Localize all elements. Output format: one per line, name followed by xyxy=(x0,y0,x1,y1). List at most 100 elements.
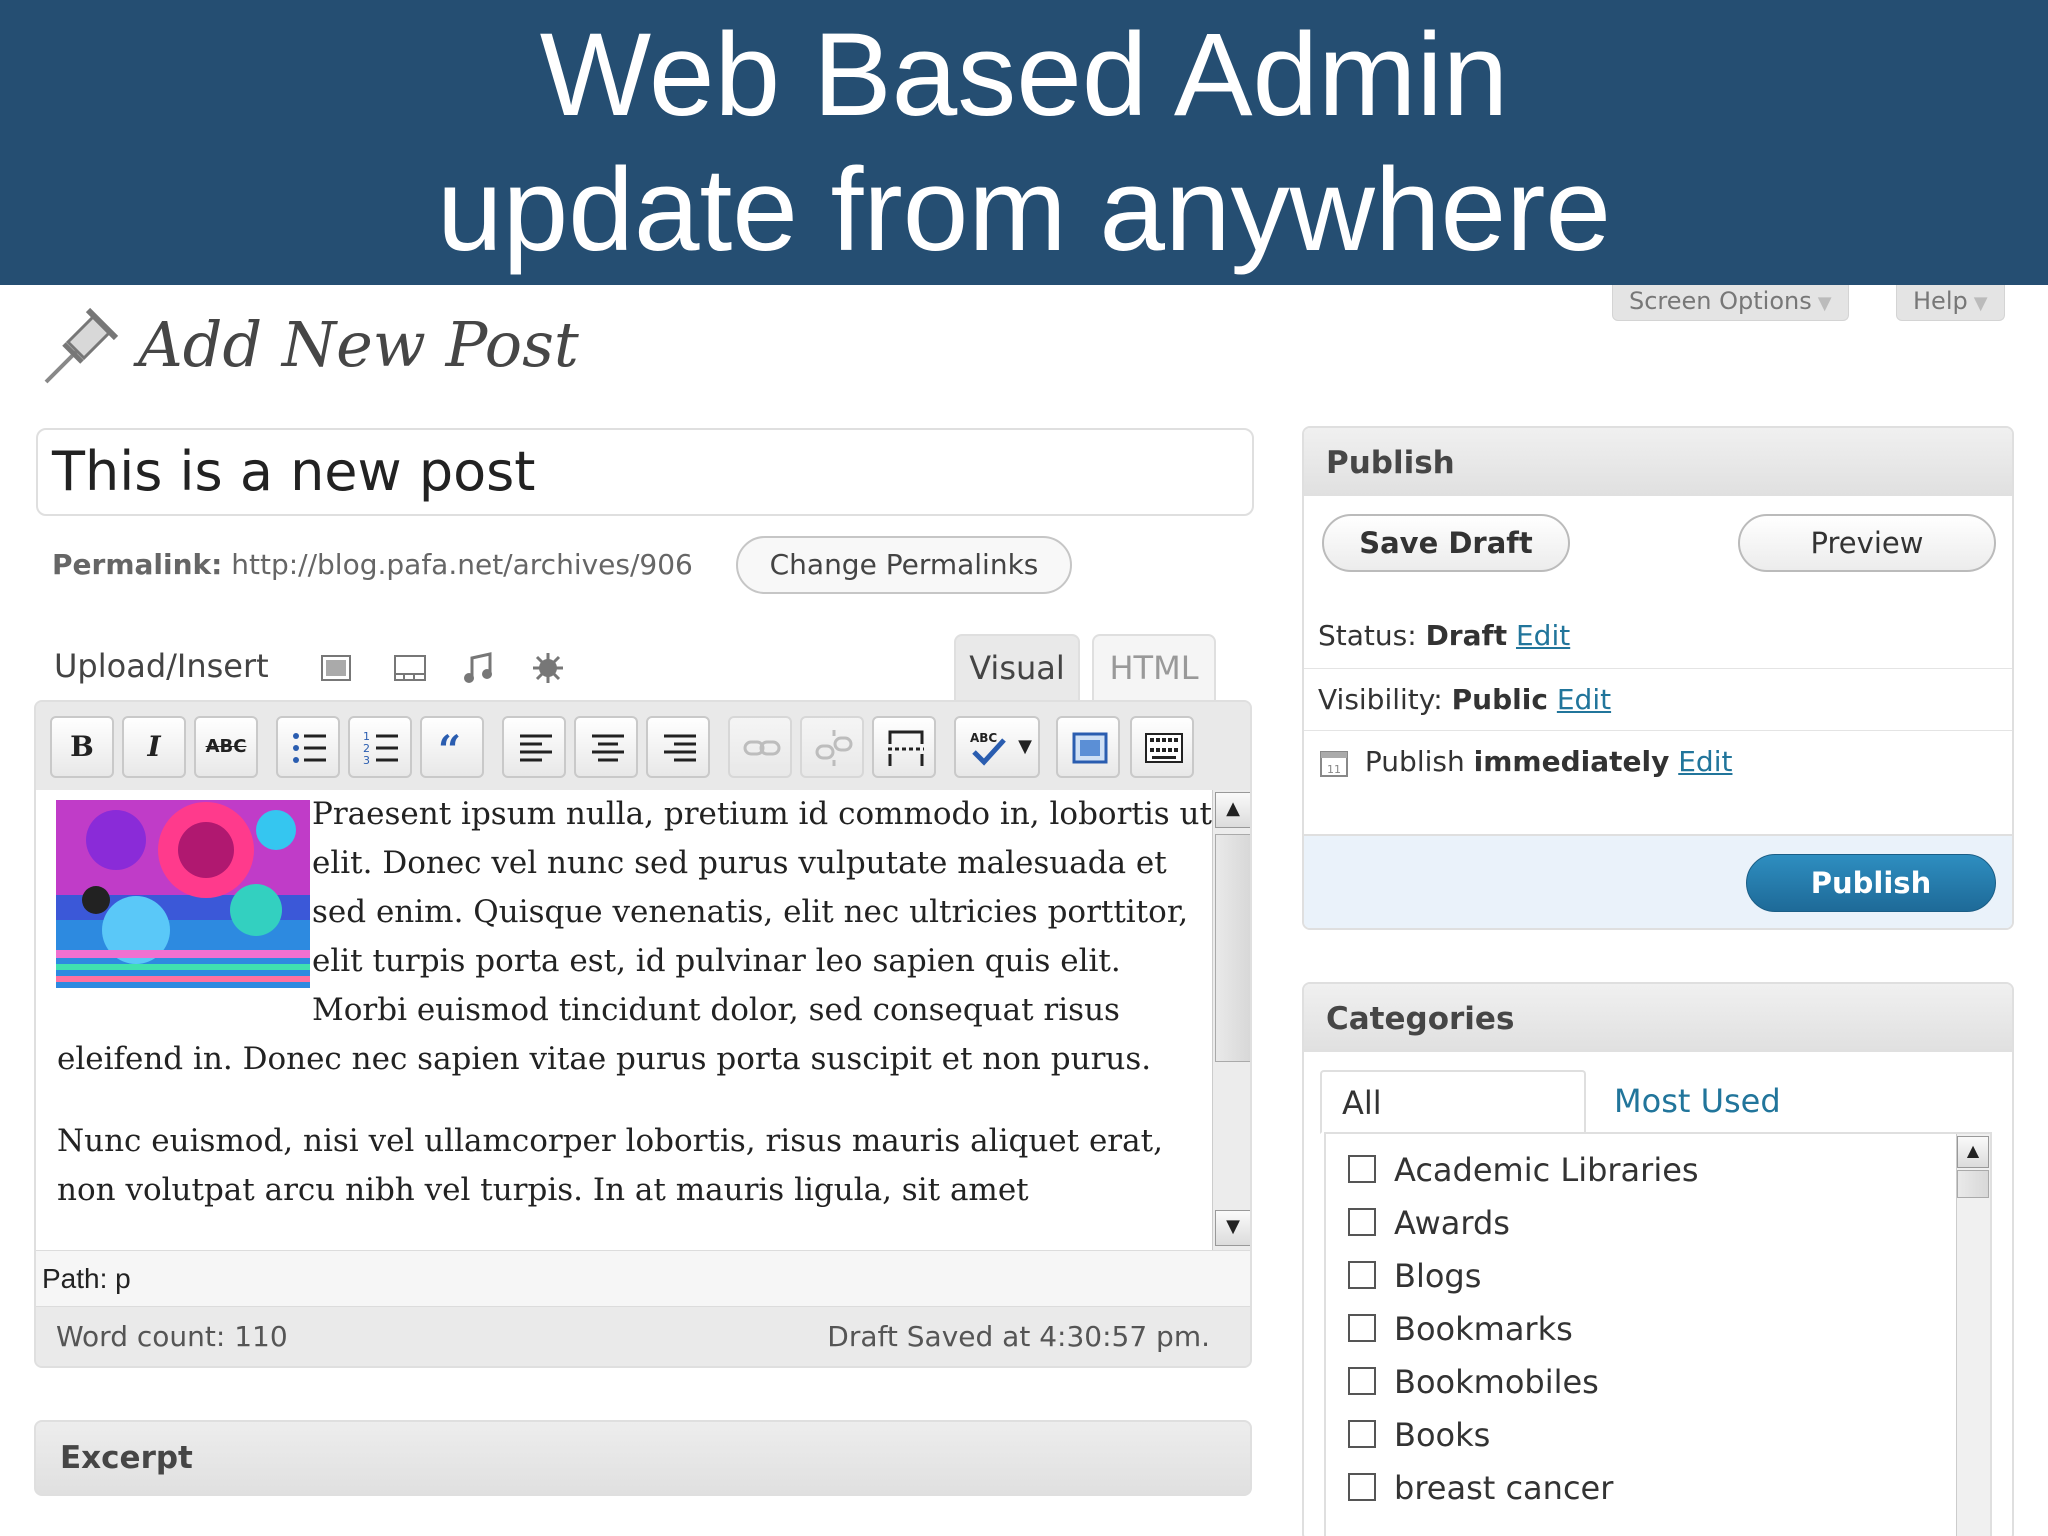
page-title: Add New Post xyxy=(138,308,579,381)
numbered-list-button[interactable]: 123 xyxy=(348,716,412,778)
insert-link-button[interactable] xyxy=(728,716,792,778)
calendar-icon: 11 xyxy=(1320,751,1348,777)
publish-button[interactable]: Publish xyxy=(1746,854,1996,912)
editor-path: Path: p xyxy=(36,1250,1250,1306)
tab-visual[interactable]: Visual xyxy=(954,634,1080,700)
category-item[interactable]: Awards xyxy=(1348,1199,1510,1247)
edit-publish-time-link[interactable]: Edit xyxy=(1678,745,1732,778)
blockquote-button[interactable]: “ xyxy=(420,716,484,778)
permalink-url[interactable]: http://blog.pafa.net/archives/906 xyxy=(231,548,693,581)
category-scrollbar[interactable]: ▲ xyxy=(1956,1134,1990,1536)
unlink-button[interactable] xyxy=(800,716,864,778)
checkbox[interactable] xyxy=(1348,1155,1376,1183)
align-left-icon xyxy=(520,734,552,762)
scroll-thumb[interactable] xyxy=(1957,1170,1989,1198)
scroll-down-icon[interactable]: ▼ xyxy=(1215,1210,1250,1246)
category-item[interactable]: Books xyxy=(1348,1411,1490,1459)
pushpin-icon xyxy=(44,307,119,384)
align-left-button[interactable] xyxy=(502,716,566,778)
svg-text:ABC: ABC xyxy=(970,731,997,745)
kitchen-sink-button[interactable] xyxy=(1130,716,1194,778)
upload-insert-label: Upload/Insert xyxy=(54,647,269,685)
checkbox[interactable] xyxy=(1348,1261,1376,1289)
checkbox[interactable] xyxy=(1348,1208,1376,1236)
preview-button[interactable]: Preview xyxy=(1738,514,1996,572)
draft-saved-status: Draft Saved at 4:30:57 pm. xyxy=(827,1320,1210,1353)
word-count: Word count: 110 xyxy=(56,1320,288,1353)
screen-options-tab[interactable]: Screen Options ▼ xyxy=(1612,285,1849,321)
status-label: Status: xyxy=(1318,619,1417,652)
bullet-list-button[interactable] xyxy=(276,716,340,778)
category-item[interactable]: Blogs xyxy=(1348,1252,1481,1300)
checkbox[interactable] xyxy=(1348,1420,1376,1448)
inserted-image[interactable] xyxy=(56,800,310,988)
svg-text:11: 11 xyxy=(1327,763,1341,776)
kitchen-sink-icon xyxy=(1145,733,1183,763)
align-right-icon xyxy=(664,734,696,762)
strikethrough-button[interactable]: ABC xyxy=(194,716,258,778)
publish-time-row: 11 Publish immediately Edit xyxy=(1318,742,1732,782)
svg-text:“: “ xyxy=(438,728,461,768)
banner-title-line1: Web Based Admin xyxy=(539,9,1509,141)
edit-visibility-link[interactable]: Edit xyxy=(1557,683,1611,716)
category-label: breast cancer xyxy=(1394,1469,1614,1507)
categories-box-title[interactable]: Categories xyxy=(1304,984,2012,1052)
publish-value: immediately xyxy=(1473,745,1670,778)
editor-scrollbar[interactable]: ▲ ▼ xyxy=(1212,790,1250,1250)
status-value: Draft xyxy=(1425,619,1508,652)
post-editor: B I ABC 123 “ ABC ▼ Praesent ipsum nulla… xyxy=(34,700,1252,1368)
category-item[interactable]: breast cancer xyxy=(1348,1464,1613,1512)
add-audio-icon[interactable] xyxy=(458,648,498,688)
scroll-thumb[interactable] xyxy=(1215,834,1250,1062)
category-item[interactable]: Bookmarks xyxy=(1348,1305,1573,1353)
fullscreen-button[interactable] xyxy=(1056,716,1120,778)
visibility-row: Visibility: Public Edit xyxy=(1318,680,1611,720)
category-tabs: All Categories Most Used xyxy=(1304,1052,2012,1184)
category-item[interactable]: Academic Libraries xyxy=(1348,1146,1699,1194)
excerpt-box[interactable]: Excerpt xyxy=(34,1420,1252,1496)
editor-content[interactable]: Praesent ipsum nulla, pretium id commodo… xyxy=(36,790,1212,1250)
category-label: Academic Libraries xyxy=(1394,1151,1699,1189)
edit-status-link[interactable]: Edit xyxy=(1516,619,1570,652)
permalink-row: Permalink: http://blog.pafa.net/archives… xyxy=(52,545,693,585)
align-center-button[interactable] xyxy=(574,716,638,778)
scroll-up-icon[interactable]: ▲ xyxy=(1957,1136,1989,1168)
align-center-icon xyxy=(592,734,624,762)
category-item[interactable]: Bookmobiles xyxy=(1348,1358,1599,1406)
category-label: Blogs xyxy=(1394,1257,1482,1295)
content-paragraph: Nunc euismod, nisi vel ullamcorper lobor… xyxy=(57,1123,1163,1208)
checkbox[interactable] xyxy=(1348,1473,1376,1501)
divider xyxy=(1304,668,2012,669)
link-icon xyxy=(743,740,781,756)
spellcheck-button[interactable]: ABC ▼ xyxy=(954,716,1040,778)
tab-most-used[interactable]: Most Used xyxy=(1594,1070,1801,1134)
insert-more-button[interactable] xyxy=(872,716,936,778)
bold-button[interactable]: B xyxy=(50,716,114,778)
save-draft-button[interactable]: Save Draft xyxy=(1322,514,1570,572)
add-video-icon[interactable] xyxy=(390,648,430,688)
add-media-icon[interactable] xyxy=(528,648,568,688)
visibility-value: Public xyxy=(1451,683,1548,716)
tab-all-categories[interactable]: All Categories xyxy=(1320,1070,1586,1184)
add-image-icon[interactable] xyxy=(316,648,356,688)
scroll-up-icon[interactable]: ▲ xyxy=(1215,792,1250,828)
post-title-input[interactable]: This is a new post xyxy=(36,428,1254,516)
italic-button[interactable]: I xyxy=(122,716,186,778)
chevron-down-icon: ▼ xyxy=(1817,293,1832,314)
category-checklist: Academic Libraries Awards Blogs Bookmark… xyxy=(1324,1132,1992,1536)
align-right-button[interactable] xyxy=(646,716,710,778)
change-permalinks-button[interactable]: Change Permalinks xyxy=(736,536,1072,594)
editor-toolbar: B I ABC 123 “ ABC ▼ xyxy=(36,702,1250,790)
fullscreen-icon xyxy=(1072,732,1108,764)
chevron-down-icon[interactable]: ▼ xyxy=(1018,718,1032,776)
editor-status-bar: Word count: 110 Draft Saved at 4:30:57 p… xyxy=(36,1306,1250,1366)
publish-box: Publish Save Draft Preview Status: Draft… xyxy=(1302,426,2014,930)
checkbox[interactable] xyxy=(1348,1367,1376,1395)
publish-box-title[interactable]: Publish xyxy=(1304,428,2012,496)
help-tab[interactable]: Help ▼ xyxy=(1896,285,2005,321)
publish-label: Publish xyxy=(1364,745,1465,778)
numbered-list-icon: 123 xyxy=(363,730,398,767)
checkbox[interactable] xyxy=(1348,1314,1376,1342)
tab-html[interactable]: HTML xyxy=(1092,634,1216,700)
publish-actions: Publish xyxy=(1304,834,2012,928)
